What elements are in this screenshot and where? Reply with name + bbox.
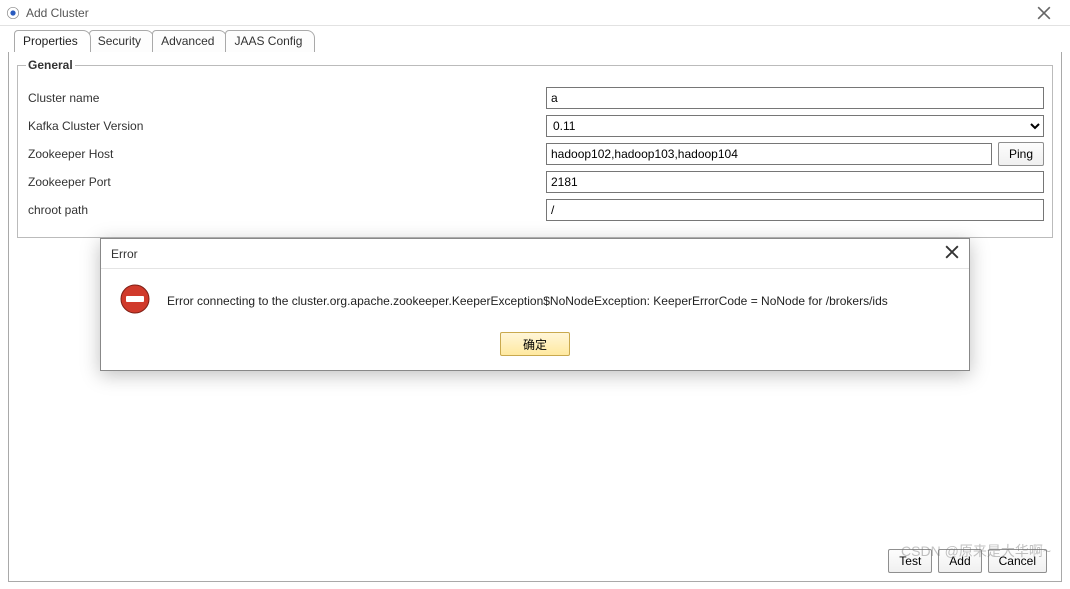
error-dialog-titlebar: Error — [101, 239, 969, 269]
cluster-name-input[interactable] — [546, 87, 1044, 109]
tab-label: JAAS Config — [234, 34, 302, 48]
chroot-input[interactable] — [546, 199, 1044, 221]
ping-button[interactable]: Ping — [998, 142, 1044, 166]
tab-jaas-config[interactable]: JAAS Config — [225, 30, 315, 52]
label-zk-port: Zookeeper Port — [26, 175, 546, 189]
error-ok-button[interactable]: 确定 — [500, 332, 570, 356]
tab-label: Security — [98, 34, 141, 48]
error-dialog-buttons: 确定 — [101, 326, 969, 370]
window-title: Add Cluster — [26, 6, 1024, 20]
tab-advanced[interactable]: Advanced — [152, 30, 227, 52]
label-chroot: chroot path — [26, 203, 546, 217]
window-close-button[interactable] — [1024, 0, 1064, 26]
add-button[interactable]: Add — [938, 549, 981, 573]
close-icon — [1037, 6, 1051, 20]
tab-bar: Properties Security Advanced JAAS Config — [0, 26, 1070, 52]
label-cluster-name: Cluster name — [26, 91, 546, 105]
error-dialog-title: Error — [111, 247, 945, 261]
row-zk-port: Zookeeper Port — [26, 170, 1044, 194]
error-icon — [119, 283, 151, 318]
tab-security[interactable]: Security — [89, 30, 154, 52]
app-icon — [6, 6, 20, 20]
error-message: Error connecting to the cluster.org.apac… — [167, 294, 888, 308]
general-fieldset: General Cluster name Kafka Cluster Versi… — [17, 58, 1053, 238]
close-icon — [945, 245, 959, 259]
row-cluster-name: Cluster name — [26, 86, 1044, 110]
titlebar: Add Cluster — [0, 0, 1070, 26]
label-kafka-version: Kafka Cluster Version — [26, 119, 546, 133]
row-chroot: chroot path — [26, 198, 1044, 222]
zk-port-input[interactable] — [546, 171, 1044, 193]
general-legend: General — [26, 58, 75, 72]
zk-host-input[interactable] — [546, 143, 992, 165]
error-dialog-close-button[interactable] — [945, 245, 959, 262]
test-button[interactable]: Test — [888, 549, 932, 573]
dialog-button-bar: Test Add Cancel — [888, 549, 1047, 573]
tab-properties[interactable]: Properties — [14, 30, 91, 52]
tab-label: Advanced — [161, 34, 214, 48]
kafka-version-select[interactable]: 0.11 — [546, 115, 1044, 137]
row-kafka-version: Kafka Cluster Version 0.11 — [26, 114, 1044, 138]
error-dialog: Error Error connecting to the cluster.or… — [100, 238, 970, 371]
error-dialog-body: Error connecting to the cluster.org.apac… — [101, 269, 969, 326]
label-zk-host: Zookeeper Host — [26, 147, 546, 161]
cancel-button[interactable]: Cancel — [988, 549, 1047, 573]
row-zk-host: Zookeeper Host Ping — [26, 142, 1044, 166]
tab-label: Properties — [23, 34, 78, 48]
